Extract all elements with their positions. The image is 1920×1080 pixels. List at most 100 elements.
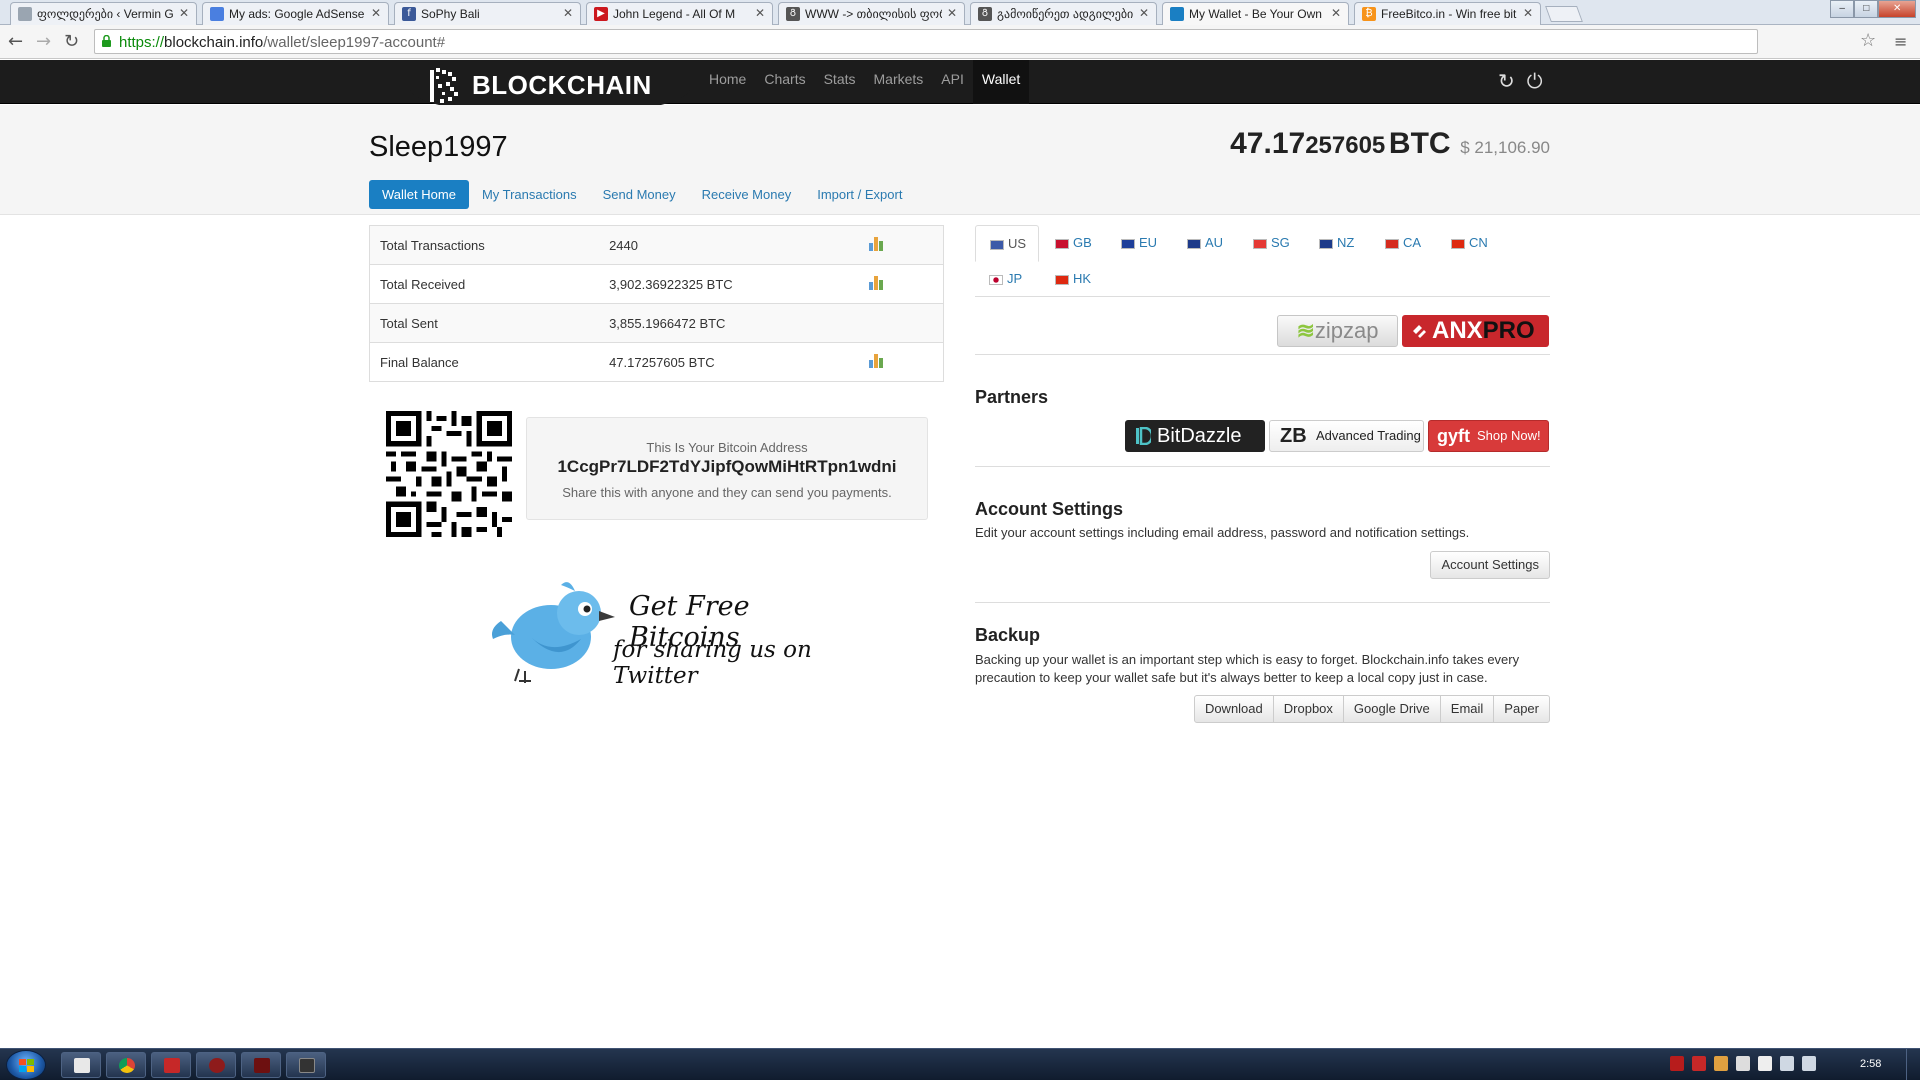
tab-title: My ads: Google AdSense (229, 7, 365, 21)
taskbar-clock[interactable]: 2:58 (1860, 1058, 1881, 1070)
nav-api[interactable]: API (932, 60, 973, 104)
close-icon[interactable]: ✕ (179, 6, 189, 20)
promo-subline: for sharing us on Twitter (613, 637, 812, 689)
close-icon[interactable]: ✕ (755, 6, 765, 20)
tab-receive-money[interactable]: Receive Money (689, 180, 805, 209)
taskbar-chrome-button[interactable] (106, 1052, 146, 1078)
nav-wallet[interactable]: Wallet (972, 60, 1030, 104)
backup-email-button[interactable]: Email (1439, 695, 1495, 723)
explorer-icon (74, 1058, 90, 1073)
reload-icon[interactable]: ↻ (64, 32, 79, 52)
tab-send-money[interactable]: Send Money (590, 180, 689, 209)
taskbar-app-button[interactable] (241, 1052, 281, 1078)
back-icon[interactable]: ← (8, 32, 23, 52)
refresh-icon[interactable]: ↻ (1498, 69, 1515, 93)
address-caption: This Is Your Bitcoin Address (646, 440, 808, 455)
tab-currency-nz[interactable]: NZ (1305, 225, 1371, 261)
browser-tabstrip: ფოლდერები ‹ Vermin Gene ✕ My ads: Google… (0, 0, 1920, 26)
close-icon[interactable]: ✕ (371, 6, 381, 20)
close-icon[interactable]: ✕ (1523, 6, 1533, 20)
tab-currency-us[interactable]: US (975, 225, 1039, 262)
power-icon[interactable]: ⏻ (1527, 69, 1543, 93)
close-icon[interactable]: ✕ (947, 6, 957, 20)
bookmark-star-icon[interactable]: ☆ (1860, 30, 1876, 51)
browser-tab[interactable]: Გ გამოიწერეთ ადგილები B ✕ (970, 2, 1157, 25)
new-tab-button[interactable] (1545, 6, 1583, 22)
anxpro-button[interactable]: ANXPRO (1402, 315, 1549, 347)
url-text: https://blockchain.info/wallet/sleep1997… (119, 34, 446, 51)
gyft-shop-button[interactable]: gyft Shop Now! (1428, 420, 1549, 452)
close-icon[interactable]: ✕ (563, 6, 573, 20)
maximize-icon[interactable]: □ (1854, 0, 1879, 18)
browser-tab-active[interactable]: My Wallet - Be Your Own ✕ (1162, 2, 1349, 26)
tab-my-transactions[interactable]: My Transactions (469, 180, 590, 209)
nav-stats[interactable]: Stats (815, 60, 865, 104)
tab-currency-au[interactable]: AU (1173, 225, 1239, 261)
forward-icon[interactable]: → (36, 32, 51, 52)
browser-tab[interactable]: ₿ FreeBitco.in - Win free bit ✕ (1354, 2, 1541, 25)
tab-currency-sg[interactable]: SG (1239, 225, 1305, 261)
bar-chart-icon[interactable] (868, 353, 885, 368)
start-button[interactable] (6, 1050, 46, 1080)
browser-tab[interactable]: ფოლდერები ‹ Vermin Gene ✕ (10, 2, 197, 25)
tab-currency-cn[interactable]: CN (1437, 225, 1503, 261)
advanced-trading-button[interactable]: ZB Advanced Trading (1269, 420, 1424, 452)
tab-title: SoPhy Bali (421, 7, 480, 21)
stat-value: 3,855.1966472 BTC (609, 303, 869, 343)
twitter-promo-banner[interactable]: Get Free Bitcoins for sharing us on Twit… (489, 575, 829, 690)
flag-jp-icon (989, 275, 1003, 285)
tab-currency-hk[interactable]: HK (1041, 261, 1107, 297)
exchange-logos: ≋zipzap ANXPRO (975, 315, 1550, 355)
tray-app-icon[interactable] (1736, 1056, 1750, 1071)
address-note: Share this with anyone and they can send… (562, 485, 892, 500)
bar-chart-icon[interactable] (868, 275, 885, 290)
flag-gb-icon (1055, 239, 1069, 249)
close-icon[interactable]: ✕ (1331, 6, 1341, 20)
address-bar-row: ← → ↻ https://blockchain.info/wallet/sle… (0, 25, 1920, 59)
bar-chart-icon[interactable] (868, 236, 885, 251)
tab-currency-jp[interactable]: JP (975, 261, 1039, 297)
taskbar-app-button[interactable] (286, 1052, 326, 1078)
browser-tab[interactable]: Გ WWW -> თბილისის ფორ ✕ (778, 2, 965, 25)
menu-icon[interactable]: ≡ (1894, 32, 1907, 51)
show-desktop-button[interactable] (1906, 1049, 1920, 1080)
close-icon[interactable]: ✕ (1139, 6, 1149, 20)
nav-charts[interactable]: Charts (755, 60, 814, 104)
minimize-icon[interactable]: – (1830, 0, 1855, 18)
nav-home[interactable]: Home (700, 60, 755, 104)
browser-tab[interactable]: ▶ John Legend - All Of M ✕ (586, 2, 773, 25)
network-icon[interactable] (1780, 1056, 1794, 1071)
backup-download-button[interactable]: Download (1193, 695, 1274, 723)
tab-currency-gb[interactable]: GB (1041, 225, 1107, 261)
taskbar-explorer-button[interactable] (61, 1052, 101, 1078)
nav-markets[interactable]: Markets (865, 60, 933, 104)
tab-wallet-home[interactable]: Wallet Home (369, 180, 469, 209)
backup-paper-button[interactable]: Paper (1493, 695, 1550, 723)
close-window-icon[interactable]: ✕ (1878, 0, 1916, 18)
tray-app-icon[interactable] (1670, 1056, 1684, 1071)
lock-icon (102, 35, 111, 47)
url-input[interactable]: https://blockchain.info/wallet/sleep1997… (94, 29, 1758, 54)
flag-icon[interactable] (1758, 1056, 1772, 1071)
tab-currency-ca[interactable]: CA (1371, 225, 1437, 261)
app-icon (209, 1058, 225, 1073)
tab-currency-eu[interactable]: EU (1107, 225, 1173, 261)
facebook-icon: f (402, 7, 416, 21)
browser-tab[interactable]: My ads: Google AdSense ✕ (202, 2, 389, 25)
zipzap-button[interactable]: ≋zipzap (1277, 315, 1398, 347)
tray-app-icon[interactable] (1692, 1056, 1706, 1071)
youtube-icon: ▶ (594, 7, 608, 21)
zb-logo-icon: ZB (1280, 425, 1307, 447)
backup-google-drive-button[interactable]: Google Drive (1342, 695, 1441, 723)
browser-tab[interactable]: f SoPhy Bali ✕ (394, 2, 581, 25)
tab-import-export[interactable]: Import / Export (804, 180, 915, 209)
tray-app-icon[interactable] (1714, 1056, 1728, 1071)
bitcoin-address[interactable]: 1CcgPr7LDF2TdYJipfQowMiHtRTpn1wdni (527, 457, 927, 477)
taskbar-filezilla-button[interactable] (151, 1052, 191, 1078)
volume-icon[interactable] (1802, 1056, 1816, 1071)
account-settings-button[interactable]: Account Settings (1430, 551, 1550, 579)
bitdazzle-button[interactable]: BitDazzle (1125, 420, 1265, 452)
taskbar-app-button[interactable] (196, 1052, 236, 1078)
table-row: Final Balance 47.17257605 BTC (369, 342, 944, 382)
backup-dropbox-button[interactable]: Dropbox (1272, 695, 1344, 723)
